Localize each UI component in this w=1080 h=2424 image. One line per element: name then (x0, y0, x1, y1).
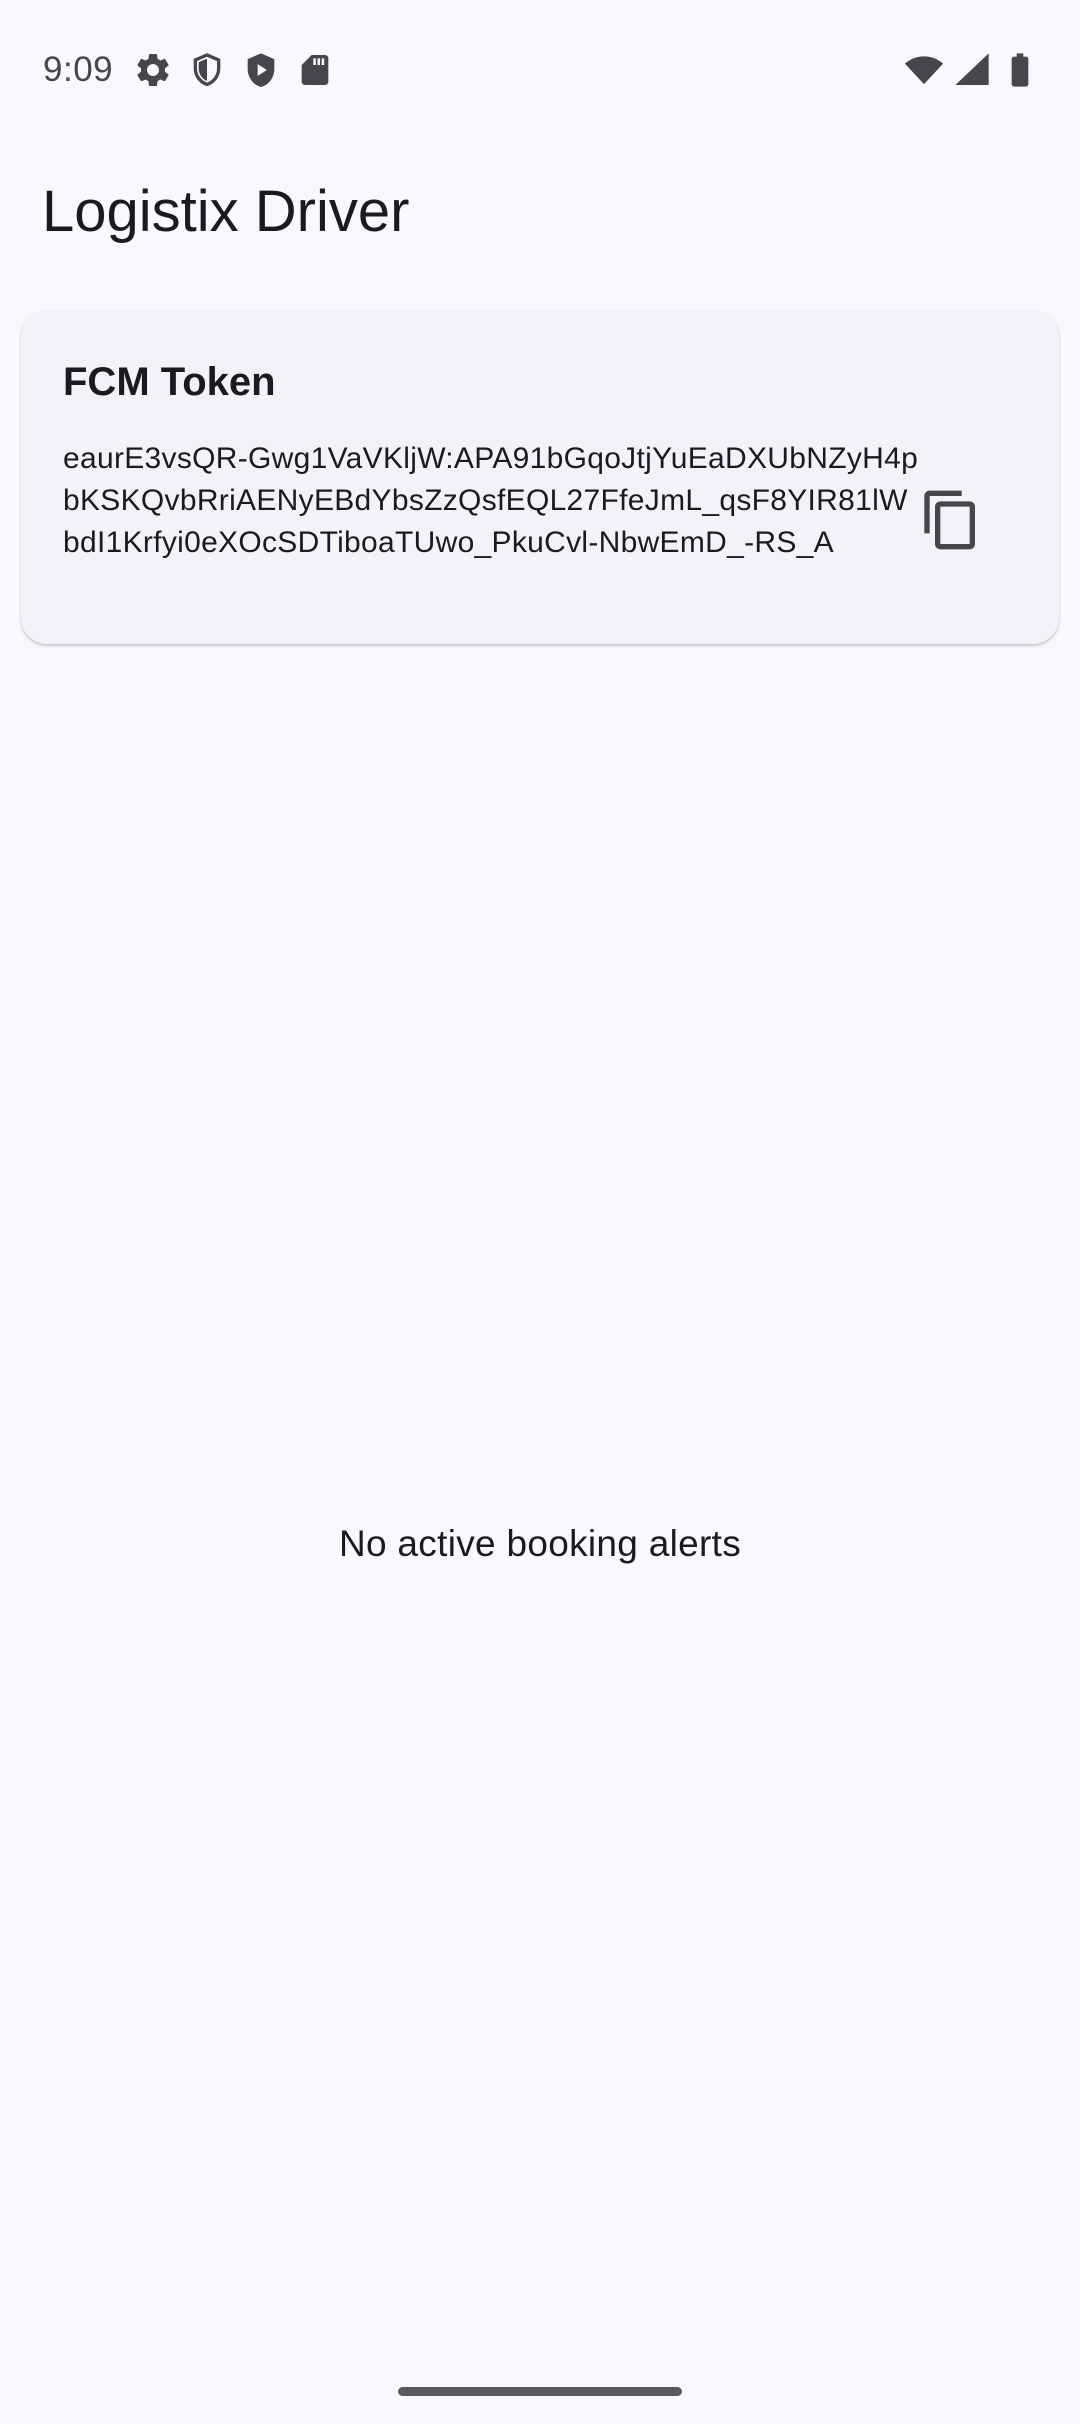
shield-play-icon (241, 50, 281, 90)
status-time: 9:09 (43, 50, 114, 89)
copy-icon (919, 488, 983, 552)
battery-icon (1000, 50, 1040, 90)
fcm-token-card: FCM Token eaurE3vsQR-Gwg1VaVKljW:APA91bG… (21, 310, 1059, 644)
status-bar-left: 9:09 (43, 48, 335, 92)
cell-signal-icon (952, 50, 992, 90)
status-bar-right (904, 48, 1040, 92)
status-bar: 9:09 (0, 0, 1080, 140)
card-title: FCM Token (63, 360, 276, 404)
gear-icon (133, 50, 173, 90)
app-title: Logistix Driver (42, 179, 410, 244)
gesture-nav-handle[interactable] (398, 2387, 682, 2396)
empty-state-message: No active booking alerts (338, 1523, 742, 1564)
shield-outline-icon (187, 50, 227, 90)
wifi-icon (904, 50, 944, 90)
fcm-token-value: eaurE3vsQR-Gwg1VaVKljW:APA91bGqoJtjYuEaD… (63, 442, 919, 559)
copy-token-button[interactable] (911, 480, 991, 560)
sd-card-icon (295, 50, 335, 90)
